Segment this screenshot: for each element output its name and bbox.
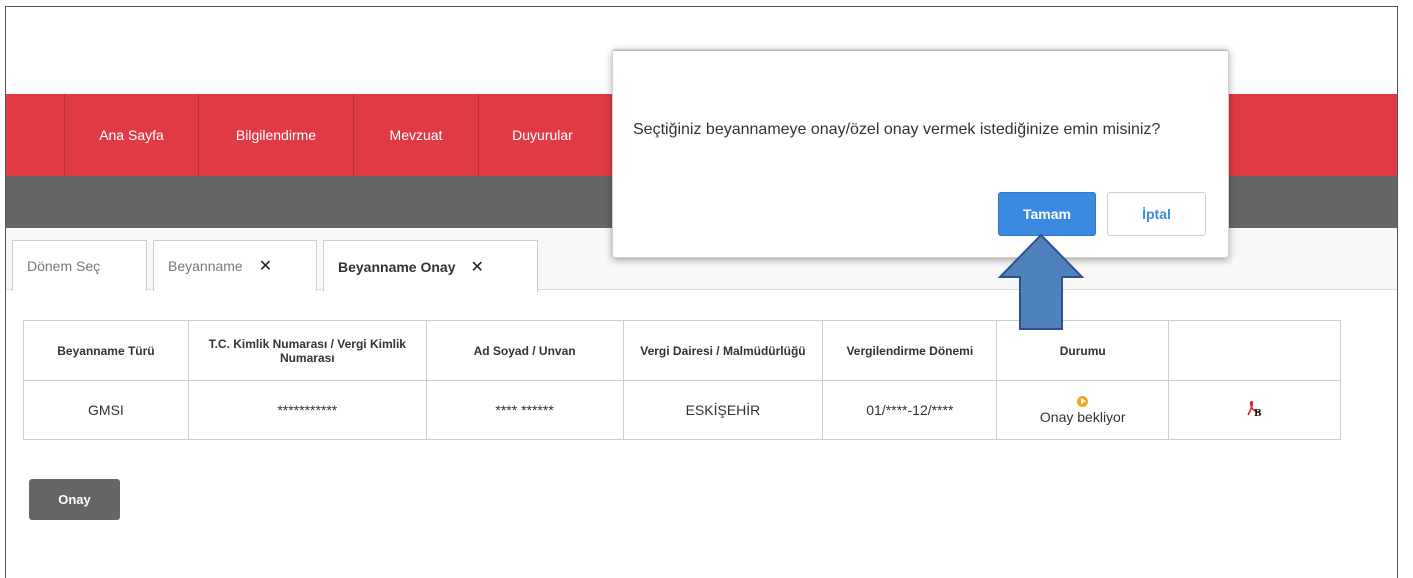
column-header: Beyanname Türü — [23, 320, 189, 381]
cell-action: B — [1168, 380, 1341, 440]
cell-id: *********** — [187, 380, 427, 440]
column-header — [1168, 320, 1341, 381]
tab-donem-sec[interactable]: Dönem Seç — [12, 240, 147, 291]
column-header: Vergilendirme Dönemi — [822, 320, 998, 381]
declarations-table: Beyanname Türü T.C. Kimlik Numarası / Ve… — [23, 320, 1341, 440]
table-header-row: Beyanname Türü T.C. Kimlik Numarası / Ve… — [23, 320, 1341, 381]
approve-button[interactable]: Onay — [29, 479, 120, 520]
cancel-button[interactable]: İptal — [1107, 192, 1206, 236]
pending-play-icon — [1077, 395, 1089, 407]
tab-label: Beyanname Onay — [338, 258, 456, 275]
app-frame: Ana Sayfa Bilgilendirme Mevzuat Duyurula… — [5, 6, 1398, 578]
cell-status: Onay bekliyor — [996, 380, 1170, 440]
dialog-top-line — [613, 50, 1228, 51]
cell-type: GMSI — [23, 380, 189, 440]
dialog-message: Seçtiğiniz beyannameye onay/özel onay ve… — [633, 121, 1161, 138]
column-header: Ad Soyad / Unvan — [425, 320, 624, 381]
cell-office: ESKİŞEHİR — [622, 380, 824, 440]
cell-name: **** ****** — [425, 380, 624, 440]
close-icon[interactable]: ✕ — [259, 256, 272, 276]
tab-label: Beyanname — [168, 258, 243, 274]
nav-item-mevzuat[interactable]: Mevzuat — [353, 94, 478, 176]
tab-beyanname-onay[interactable]: Beyanname Onay ✕ — [323, 240, 538, 292]
tab-beyanname[interactable]: Beyanname ✕ — [153, 240, 317, 291]
svg-text:B: B — [1254, 409, 1262, 418]
cell-period: 01/****-12/**** — [822, 380, 998, 440]
up-arrow-icon — [997, 233, 1085, 330]
status-text: Onay bekliyor — [1039, 408, 1126, 425]
nav-item-bilgilendirme[interactable]: Bilgilendirme — [198, 94, 353, 176]
close-icon[interactable]: ✕ — [471, 257, 484, 277]
ok-button[interactable]: Tamam — [998, 192, 1096, 236]
nav-item-duyurular[interactable]: Duyurular — [478, 94, 606, 176]
column-header: T.C. Kimlik Numarası / Vergi Kimlik Numa… — [187, 320, 427, 381]
table-row[interactable]: GMSI *********** **** ****** ESKİŞEHİR 0… — [23, 380, 1341, 440]
nav-item-ana-sayfa[interactable]: Ana Sayfa — [64, 94, 198, 176]
tab-label: Dönem Seç — [27, 258, 101, 274]
confirm-dialog: Seçtiğiniz beyannameye onay/özel onay ve… — [612, 49, 1229, 258]
column-header: Vergi Dairesi / Malmüdürlüğü — [622, 320, 824, 381]
pdf-icon[interactable]: B — [1245, 400, 1265, 419]
